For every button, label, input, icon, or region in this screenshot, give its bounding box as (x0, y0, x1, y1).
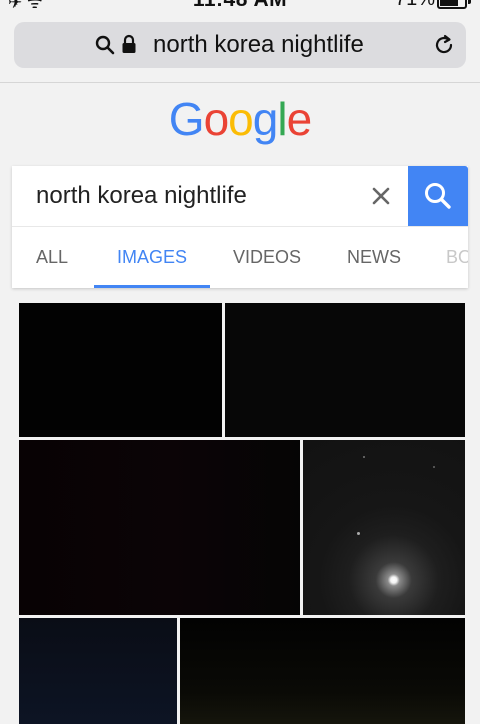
image-result[interactable] (19, 303, 222, 437)
logo-letter: o (203, 93, 230, 145)
status-bar: ✈ ᯤ 11:48 AM 71% (0, 0, 480, 14)
tab-images[interactable]: IMAGES (94, 227, 210, 288)
tab-videos[interactable]: VIDEOS (232, 227, 302, 288)
logo-letter: l (277, 93, 287, 145)
image-result[interactable] (303, 440, 465, 615)
image-result[interactable] (19, 440, 300, 615)
tab-books[interactable]: BO (446, 227, 468, 288)
search-input[interactable] (12, 166, 408, 226)
logo-letter: e (286, 93, 313, 145)
image-result[interactable] (225, 303, 465, 437)
google-logo[interactable]: Google (0, 92, 480, 146)
image-result[interactable] (19, 618, 177, 724)
close-icon[interactable] (370, 185, 392, 207)
search-icon (425, 183, 451, 209)
search-tabs: ALL IMAGES VIDEOS NEWS BO (12, 227, 468, 288)
image-results-grid (0, 300, 480, 724)
address-bar[interactable]: north korea nightlife (14, 22, 466, 68)
search-button[interactable] (408, 166, 468, 226)
lock-icon (122, 34, 136, 53)
logo-letter: G (168, 93, 205, 145)
toolbar-divider (0, 82, 480, 83)
tab-news[interactable]: NEWS (346, 227, 402, 288)
search-icon (95, 35, 115, 55)
image-result[interactable] (180, 618, 465, 724)
reload-icon[interactable] (432, 33, 456, 57)
search-card: ALL IMAGES VIDEOS NEWS BO (12, 166, 468, 288)
tab-all[interactable]: ALL (32, 227, 72, 288)
logo-letter: o (228, 93, 254, 145)
battery-percent: 71% (395, 0, 435, 11)
logo-letter: g (252, 93, 279, 145)
battery-icon (437, 0, 471, 9)
url-text: north korea nightlife (153, 31, 364, 58)
